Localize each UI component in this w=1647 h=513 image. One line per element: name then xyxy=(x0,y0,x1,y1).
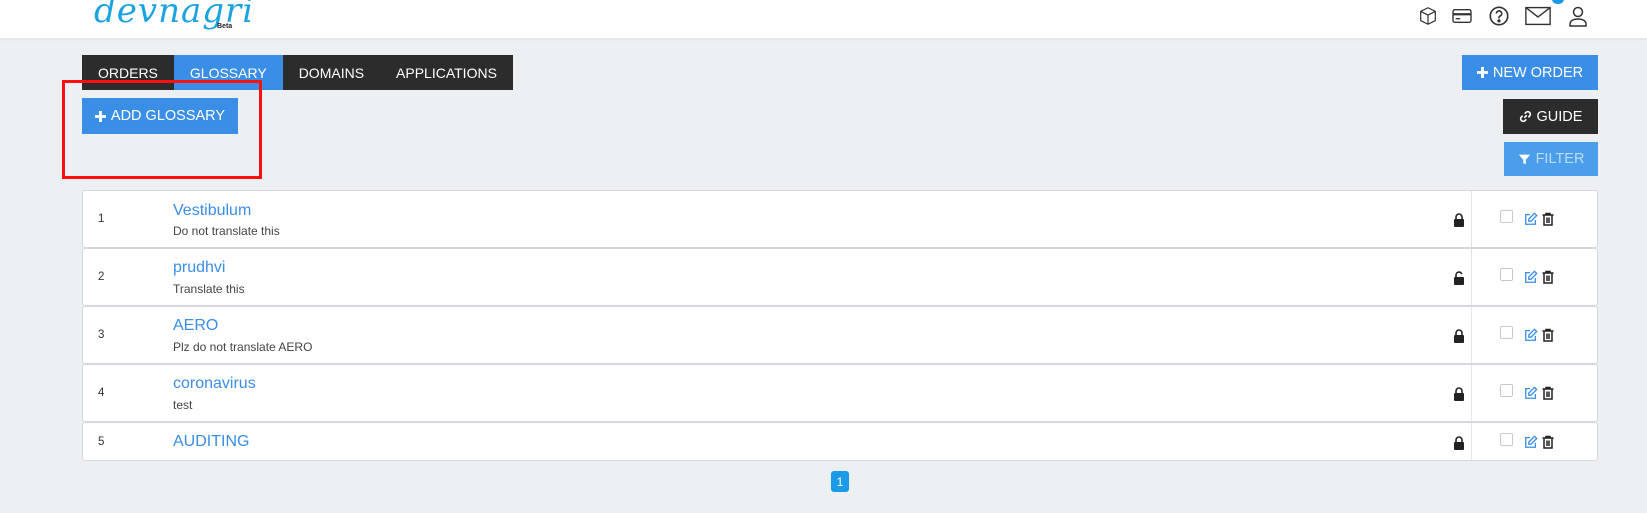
row-checkbox[interactable] xyxy=(1500,326,1513,339)
glossary-term[interactable]: coronavirus xyxy=(173,375,256,393)
edit-icon[interactable] xyxy=(1524,386,1538,400)
glossary-description: Plz do not translate AERO xyxy=(173,340,313,354)
help-icon[interactable] xyxy=(1487,4,1511,28)
row-checkbox[interactable] xyxy=(1500,433,1513,446)
lock-icon xyxy=(1454,329,1464,343)
edit-icon[interactable] xyxy=(1524,212,1538,226)
row-number: 5 xyxy=(98,436,105,448)
glossary-row: 5 AUDITING xyxy=(82,422,1598,461)
trash-icon[interactable] xyxy=(1542,328,1554,342)
lock-icon xyxy=(1454,213,1464,227)
edit-icon[interactable] xyxy=(1524,328,1538,342)
notification-badge xyxy=(1552,0,1564,4)
trash-icon[interactable] xyxy=(1542,435,1554,449)
beta-badge: Beta xyxy=(217,23,233,30)
row-divider xyxy=(1471,191,1472,247)
filter-icon xyxy=(1518,154,1530,164)
filter-label: FILTER xyxy=(1535,151,1585,167)
pagination-page-1[interactable]: 1 xyxy=(831,471,849,492)
row-number: 4 xyxy=(98,387,105,399)
credit-card-icon[interactable] xyxy=(1450,4,1474,28)
glossary-row: 2 prudhvi Translate this xyxy=(82,248,1598,306)
new-order-label: NEW ORDER xyxy=(1492,64,1584,81)
row-divider xyxy=(1471,249,1472,305)
trash-icon[interactable] xyxy=(1542,270,1554,284)
guide-label: GUIDE xyxy=(1536,108,1583,125)
edit-icon[interactable] xyxy=(1524,435,1538,449)
glossary-row: 1 Vestibulum Do not translate this xyxy=(82,190,1598,248)
package-icon[interactable] xyxy=(1416,4,1440,28)
link-icon xyxy=(1519,110,1531,123)
glossary-description: Do not translate this xyxy=(173,224,280,238)
glossary-term[interactable]: prudhvi xyxy=(173,259,225,277)
row-number: 2 xyxy=(98,271,105,283)
glossary-row: 3 AERO Plz do not translate AERO xyxy=(82,306,1598,364)
guide-button[interactable]: GUIDE xyxy=(1503,99,1598,134)
row-divider xyxy=(1471,423,1472,460)
glossary-term[interactable]: AERO xyxy=(173,317,218,335)
new-order-button[interactable]: NEW ORDER xyxy=(1462,55,1598,90)
user-icon[interactable] xyxy=(1566,4,1590,28)
tab-applications[interactable]: APPLICATIONS xyxy=(380,55,513,90)
glossary-term[interactable]: AUDITING xyxy=(173,433,249,451)
trash-icon[interactable] xyxy=(1542,386,1554,400)
glossary-row: 4 coronavirus test xyxy=(82,364,1598,422)
glossary-description: Translate this xyxy=(173,282,245,296)
trash-icon[interactable] xyxy=(1542,212,1554,226)
lock-icon xyxy=(1454,387,1464,401)
tab-domains[interactable]: DOMAINS xyxy=(282,55,381,90)
plus-icon xyxy=(1476,67,1488,78)
row-divider xyxy=(1471,365,1472,421)
lock-icon xyxy=(1454,436,1464,450)
row-checkbox[interactable] xyxy=(1500,268,1513,281)
row-number: 3 xyxy=(98,329,105,341)
row-divider xyxy=(1471,307,1472,363)
row-number: 1 xyxy=(98,213,105,225)
unlock-icon xyxy=(1454,271,1464,285)
glossary-description: test xyxy=(173,398,193,412)
highlight-box xyxy=(62,80,262,179)
row-checkbox[interactable] xyxy=(1500,384,1513,397)
row-checkbox[interactable] xyxy=(1500,210,1513,223)
top-header: devnagri Beta xyxy=(0,0,1647,38)
devnagri-logo[interactable]: devnagri Beta xyxy=(94,0,253,32)
glossary-term[interactable]: Vestibulum xyxy=(173,202,251,220)
edit-icon[interactable] xyxy=(1524,270,1538,284)
filter-button[interactable]: FILTER xyxy=(1504,142,1598,176)
mail-icon[interactable] xyxy=(1523,4,1553,28)
